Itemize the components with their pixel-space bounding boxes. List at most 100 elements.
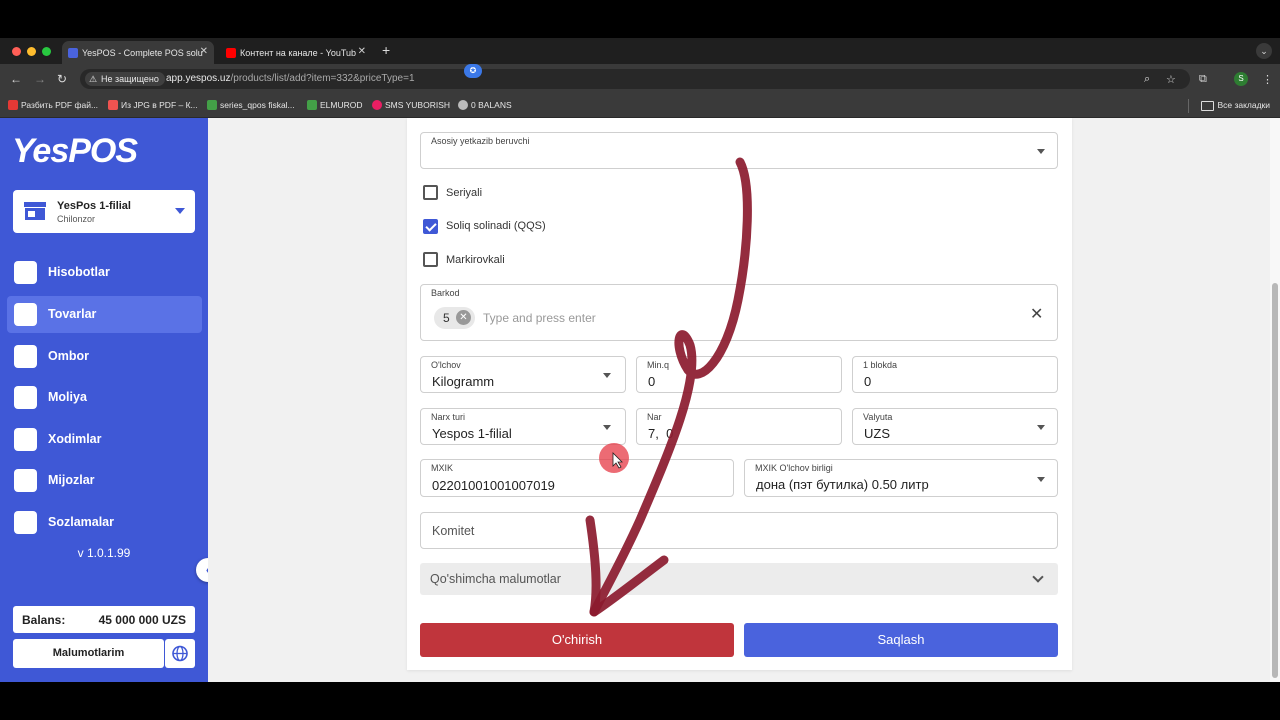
chevron-down-icon (603, 373, 611, 378)
money-icon (14, 386, 37, 409)
box-icon (14, 345, 37, 368)
marking-checkbox[interactable] (423, 252, 438, 267)
browser-tab-bar: YesPOS - Complete POS solu ✕ Контент на … (0, 38, 1280, 64)
chevron-down-icon (175, 208, 185, 214)
barcode-chip[interactable]: 5 ✕ (434, 307, 475, 329)
remove-chip-icon[interactable]: ✕ (456, 310, 471, 325)
team-icon (14, 428, 37, 451)
save-button[interactable]: Saqlash (744, 623, 1058, 657)
page-scrollbar[interactable] (1270, 118, 1280, 682)
jpg-pdf-icon (108, 100, 118, 110)
vat-label: Soliq solinadi (QQS) (446, 220, 546, 232)
bookmark-item[interactable]: SMS YUBORISH (372, 100, 450, 110)
all-bookmarks[interactable]: Все закладки (1201, 100, 1270, 111)
mxik-unit-select[interactable]: MXIK O'lchov birligi дона (пэт бутилка) … (744, 459, 1058, 497)
sms-icon (372, 100, 382, 110)
browser-tab-youtube[interactable]: Контент на канале - YouTub ✕ (220, 41, 372, 64)
bookmark-item[interactable]: Разбить PDF фай... (8, 100, 98, 110)
bookmark-item[interactable]: 0 BALANS (458, 100, 512, 110)
chevron-down-icon (1037, 425, 1045, 430)
mxik-field[interactable]: MXIK 02201001001007019 (420, 459, 734, 497)
window-controls[interactable] (12, 47, 51, 56)
sheets-icon (207, 100, 217, 110)
balance-label: Balans: (22, 613, 66, 627)
price-type-select[interactable]: Narx turi Yespos 1-filial (420, 408, 626, 445)
address-bar-row: ← → ↻ Не защищено app.yespos.uz/products… (0, 64, 1280, 94)
balance-box: Balans: 45 000 000 UZS (13, 606, 195, 633)
committee-field[interactable]: Komitet (420, 512, 1058, 549)
tab-search-icon[interactable]: ⌄ (1256, 43, 1272, 59)
yespos-logo: YesPOS (12, 132, 138, 170)
customers-icon (14, 469, 37, 492)
globe-icon (458, 100, 468, 110)
browser-tab-yespos[interactable]: YesPOS - Complete POS solu ✕ (62, 41, 214, 64)
maximize-window-icon[interactable] (42, 47, 51, 56)
clear-barcode-icon[interactable]: ✕ (1030, 304, 1043, 324)
gear-icon (14, 511, 37, 534)
close-tab-icon[interactable]: ✕ (200, 46, 208, 57)
unit-select[interactable]: O'lchov Kilogramm (420, 356, 626, 393)
sidebar-item-ombor[interactable]: Ombor (7, 338, 202, 375)
sidebar-item-tovarlar[interactable]: Tovarlar (7, 296, 202, 333)
language-button[interactable] (165, 639, 195, 668)
balance-value: 45 000 000 UZS (98, 613, 186, 627)
omnibox[interactable]: Не защищено app.yespos.uz/products/list/… (80, 69, 1190, 89)
delete-button[interactable]: O'chirish (420, 623, 734, 657)
bookmark-star-icon[interactable]: ☆ (1166, 73, 1176, 86)
yespos-favicon-icon (68, 48, 78, 58)
zoom-icon[interactable]: ⌕ (1144, 73, 1150, 86)
extra-info-accordion[interactable]: Qo'shimcha malumotlar (420, 563, 1058, 595)
branch-name: YesPos 1-filial (57, 200, 131, 212)
sidebar-item-xodimlar[interactable]: Xodimlar (7, 421, 202, 458)
currency-select[interactable]: Valyuta UZS (852, 408, 1058, 445)
sidebar: YesPOS YesPos 1-filial Chilonzor Hisobot… (0, 118, 208, 682)
close-tab-icon[interactable]: ✕ (358, 46, 366, 57)
youtube-favicon-icon (226, 48, 236, 58)
profile-avatar[interactable]: S (1234, 72, 1248, 86)
marking-label: Markirovkali (446, 254, 505, 266)
app-version: v 1.0.1.99 (77, 546, 131, 560)
url-text[interactable]: app.yespos.uz/products/list/add?item=332… (166, 73, 415, 84)
back-icon[interactable]: ← (10, 72, 22, 86)
min-quantity-field[interactable]: Min.q 0 (636, 356, 842, 393)
my-info-button[interactable]: Malumotlarim (13, 639, 164, 668)
insecure-badge[interactable]: Не защищено (85, 72, 165, 86)
bookmark-item[interactable]: Из JPG в PDF – К... (108, 100, 198, 110)
price-field[interactable]: Nar 7, 0 (636, 408, 842, 445)
serial-label: Seriyali (446, 187, 483, 199)
reload-icon[interactable]: ↻ (57, 72, 67, 86)
heart-icon (8, 100, 18, 110)
extensions-icon[interactable]: ⧉ (1199, 73, 1207, 86)
chevron-down-icon (1037, 149, 1045, 154)
per-block-field[interactable]: 1 blokda 0 (852, 356, 1058, 393)
sidebar-item-hisobotlar[interactable]: Hisobotlar (7, 254, 202, 291)
sidebar-item-sozlamalar[interactable]: Sozlamalar (7, 504, 202, 541)
barcode-input[interactable]: Type and press enter (483, 311, 596, 325)
serial-checkbox[interactable] (423, 185, 438, 200)
chevron-down-icon (1032, 571, 1044, 583)
vat-checkbox[interactable] (423, 219, 438, 234)
sheets-icon (307, 100, 317, 110)
close-window-icon[interactable] (12, 47, 21, 56)
bookmark-item[interactable]: series_qpos fiskal... (207, 100, 295, 110)
chevron-down-icon (603, 425, 611, 430)
bookmarks-bar: Разбить PDF фай... Из JPG в PDF – К... s… (0, 94, 1280, 118)
chevron-down-icon (1037, 477, 1045, 482)
sidebar-item-moliya[interactable]: Moliya (7, 379, 202, 416)
new-tab-icon[interactable]: + (382, 42, 390, 58)
scrollbar-thumb[interactable] (1272, 283, 1278, 678)
bookmark-separator (1188, 99, 1189, 113)
supplier-select[interactable]: Asosiy yetkazib beruvchi (420, 132, 1058, 169)
branch-location: Chilonzor (57, 214, 96, 224)
branch-selector[interactable]: YesPos 1-filial Chilonzor (13, 190, 195, 233)
basket-icon (14, 303, 37, 326)
bookmark-item[interactable]: ELMUROD (307, 100, 363, 110)
sidebar-item-mijozlar[interactable]: Mijozlar (7, 462, 202, 499)
extension-badge-icon[interactable]: ✪ (464, 64, 482, 78)
globe-icon (172, 645, 188, 662)
chart-icon (14, 261, 37, 284)
forward-icon[interactable]: → (34, 72, 46, 86)
main-content: Asosiy yetkazib beruvchi Seriyali Soliq … (208, 118, 1270, 682)
browser-menu-icon[interactable]: ⋮ (1262, 73, 1273, 86)
minimize-window-icon[interactable] (27, 47, 36, 56)
